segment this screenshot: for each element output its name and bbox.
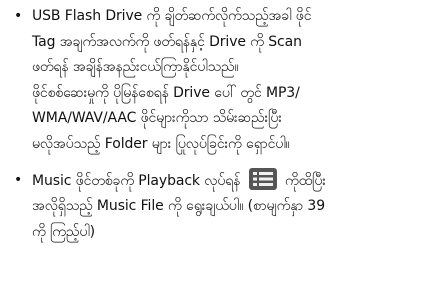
- paragraph-line: WMA/WAV/AAC ဖိုင်များကိုသာ သိမ်းဆည်းပြီး: [32, 110, 282, 127]
- text-before-icon: Music ဖိုင်တစ်ခုကို Playback လုပ်ရန်: [32, 172, 241, 189]
- text-after-icon: ကိုထိပြီး: [285, 172, 326, 189]
- list-item: • Music ဖိုင်တစ်ခုကို Playback လုပ်ရန် က…: [12, 167, 425, 246]
- manual-page: • USB Flash Drive ကို ချိတ်ဆက်လိုက်သည့်အ…: [0, 0, 435, 281]
- paragraph-line: Tag အချက်အလက်ကို ဖတ်ရန်နှင့် Drive ကို S…: [32, 33, 302, 50]
- paragraph-line: ဖတ်ရန် အချိန်အနည်းငယ်ကြာနိုင်ပါသည်။: [32, 59, 239, 76]
- bullet-list: • USB Flash Drive ကို ချိတ်ဆက်လိုက်သည့်အ…: [12, 4, 425, 245]
- paragraph-line: ဖိုင်စစ်ဆေးမှုကို ပိုမြန်စေရန် Drive ပေါ…: [32, 84, 300, 101]
- list-menu-icon: [248, 167, 277, 190]
- bullet-dot: •: [14, 171, 23, 188]
- paragraph-line: Music ဖိုင်တစ်ခုကို Playback လုပ်ရန် ကို…: [32, 167, 425, 195]
- paragraph-line: အလိုရှိသည့် Music File ကို ရွေးချယ်ပါ။ (…: [32, 198, 326, 215]
- list-item: • USB Flash Drive ကို ချိတ်ဆက်လိုက်သည့်အ…: [12, 4, 425, 158]
- paragraph-line: USB Flash Drive ကို ချိတ်ဆက်လိုက်သည့်အခါ…: [32, 8, 312, 24]
- bullet-dot: •: [14, 8, 23, 24]
- paragraph-line: မလိုအပ်သည့် Folder များ ပြုလုပ်ခြင်းကို …: [32, 135, 290, 152]
- paragraph-line: ကို ကြည့်ပါ): [32, 223, 96, 240]
